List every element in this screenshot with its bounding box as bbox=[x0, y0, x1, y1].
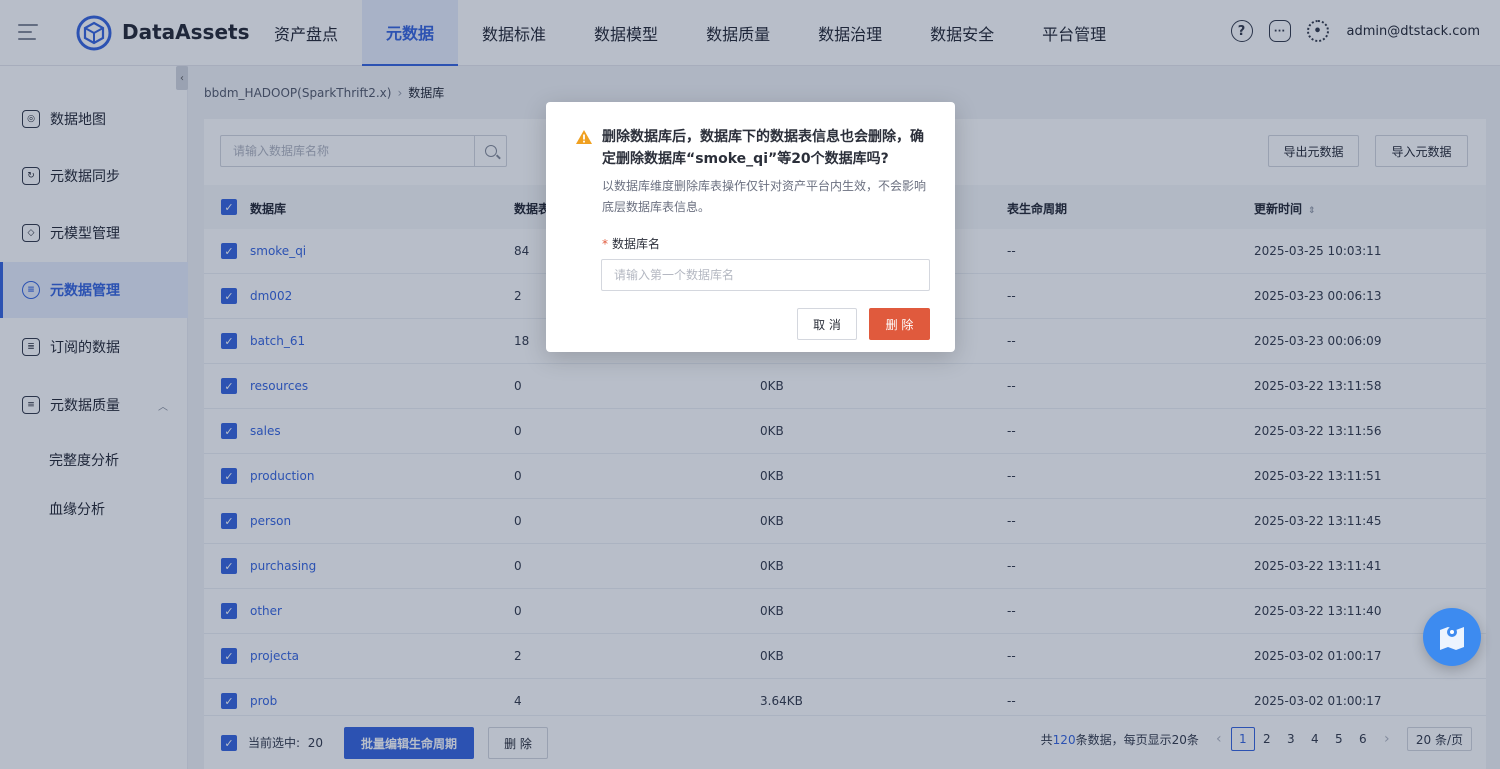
database-name-input[interactable] bbox=[601, 259, 930, 291]
database-name-label-text: 数据库名 bbox=[612, 237, 661, 251]
modal-description: 以数据库维度删除库表操作仅针对资产平台内生效，不会影响底层数据库表信息。 bbox=[602, 179, 927, 214]
confirm-delete-button[interactable]: 删 除 bbox=[869, 308, 930, 340]
delete-confirm-modal: 删除数据库后，数据库下的数据表信息也会删除，确定删除数据库“smoke_qi”等… bbox=[546, 102, 955, 352]
map-guide-icon bbox=[1440, 627, 1464, 650]
database-name-label: * 数据库名 bbox=[602, 235, 660, 252]
modal-title: 删除数据库后，数据库下的数据表信息也会删除，确定删除数据库“smoke_qi”等… bbox=[602, 129, 924, 167]
required-mark: * bbox=[602, 237, 608, 251]
cancel-button[interactable]: 取 消 bbox=[797, 308, 857, 340]
floating-help-button[interactable] bbox=[1423, 608, 1481, 666]
warning-icon bbox=[576, 130, 592, 144]
